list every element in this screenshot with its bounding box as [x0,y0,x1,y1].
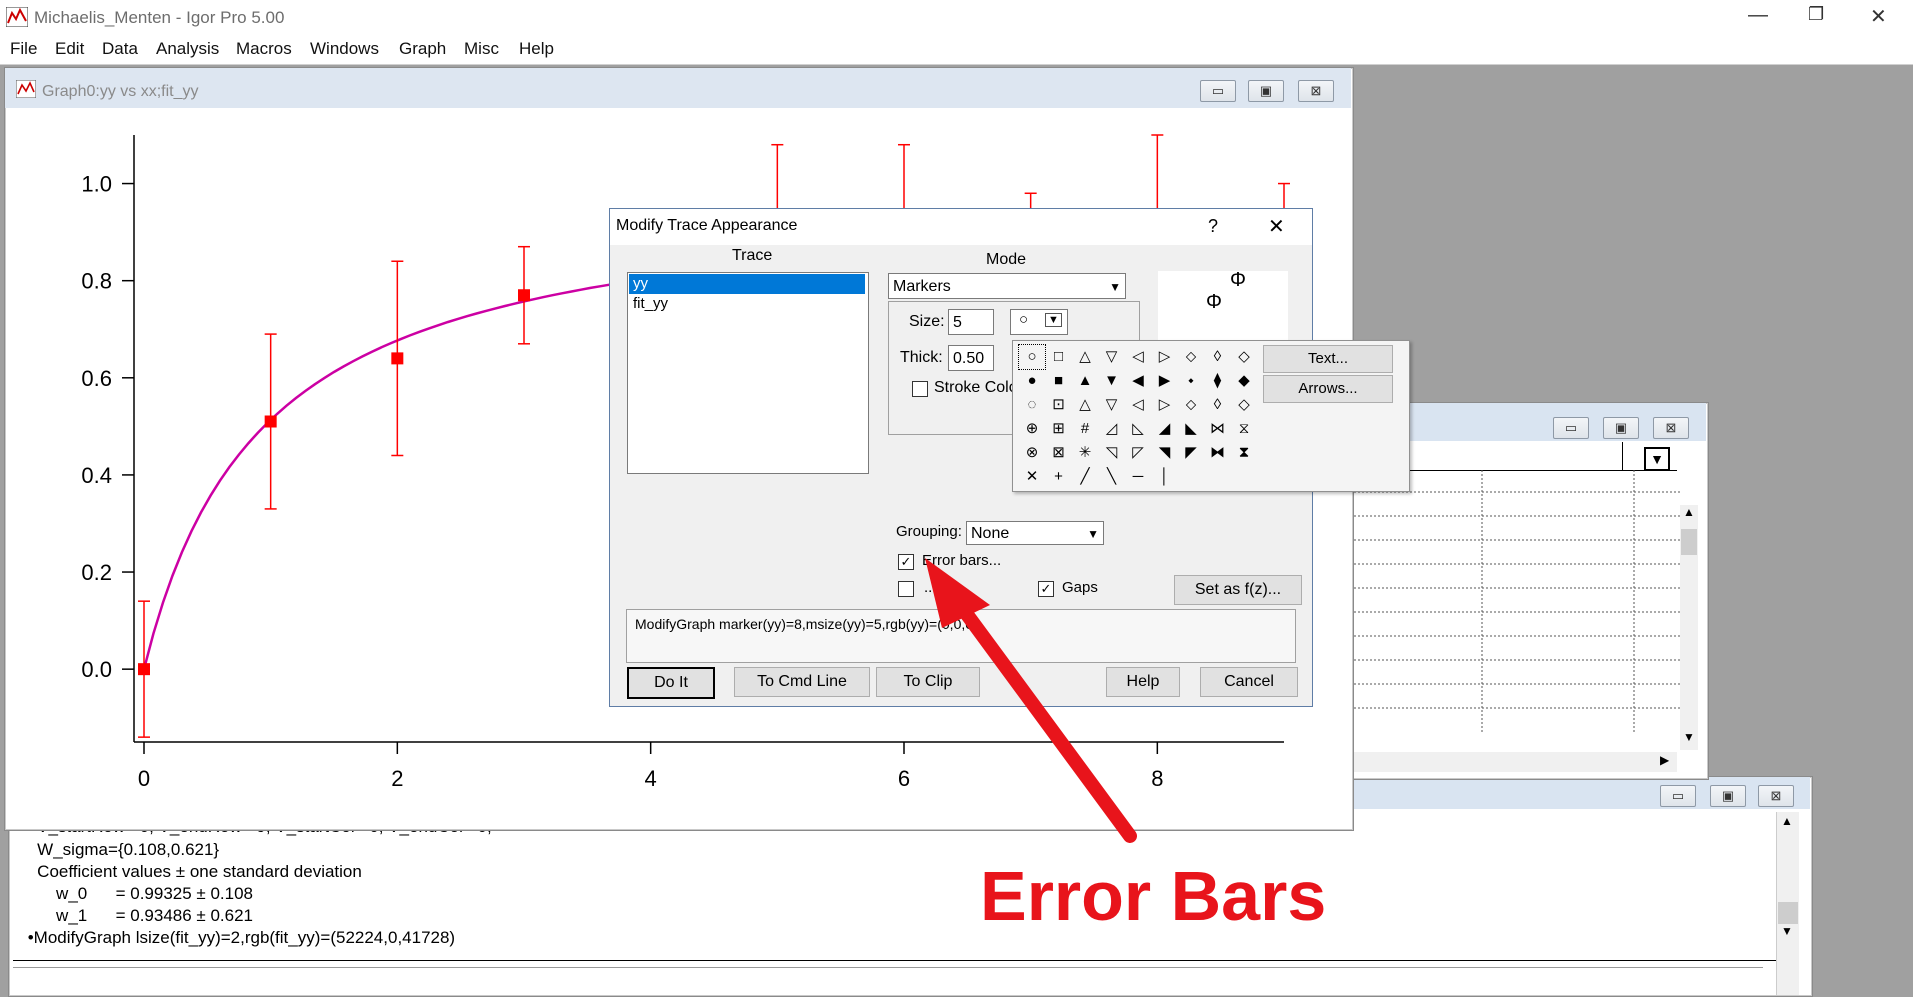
annotation-arrow [925,558,1137,843]
annotation-label: Error Bars [980,857,1327,935]
